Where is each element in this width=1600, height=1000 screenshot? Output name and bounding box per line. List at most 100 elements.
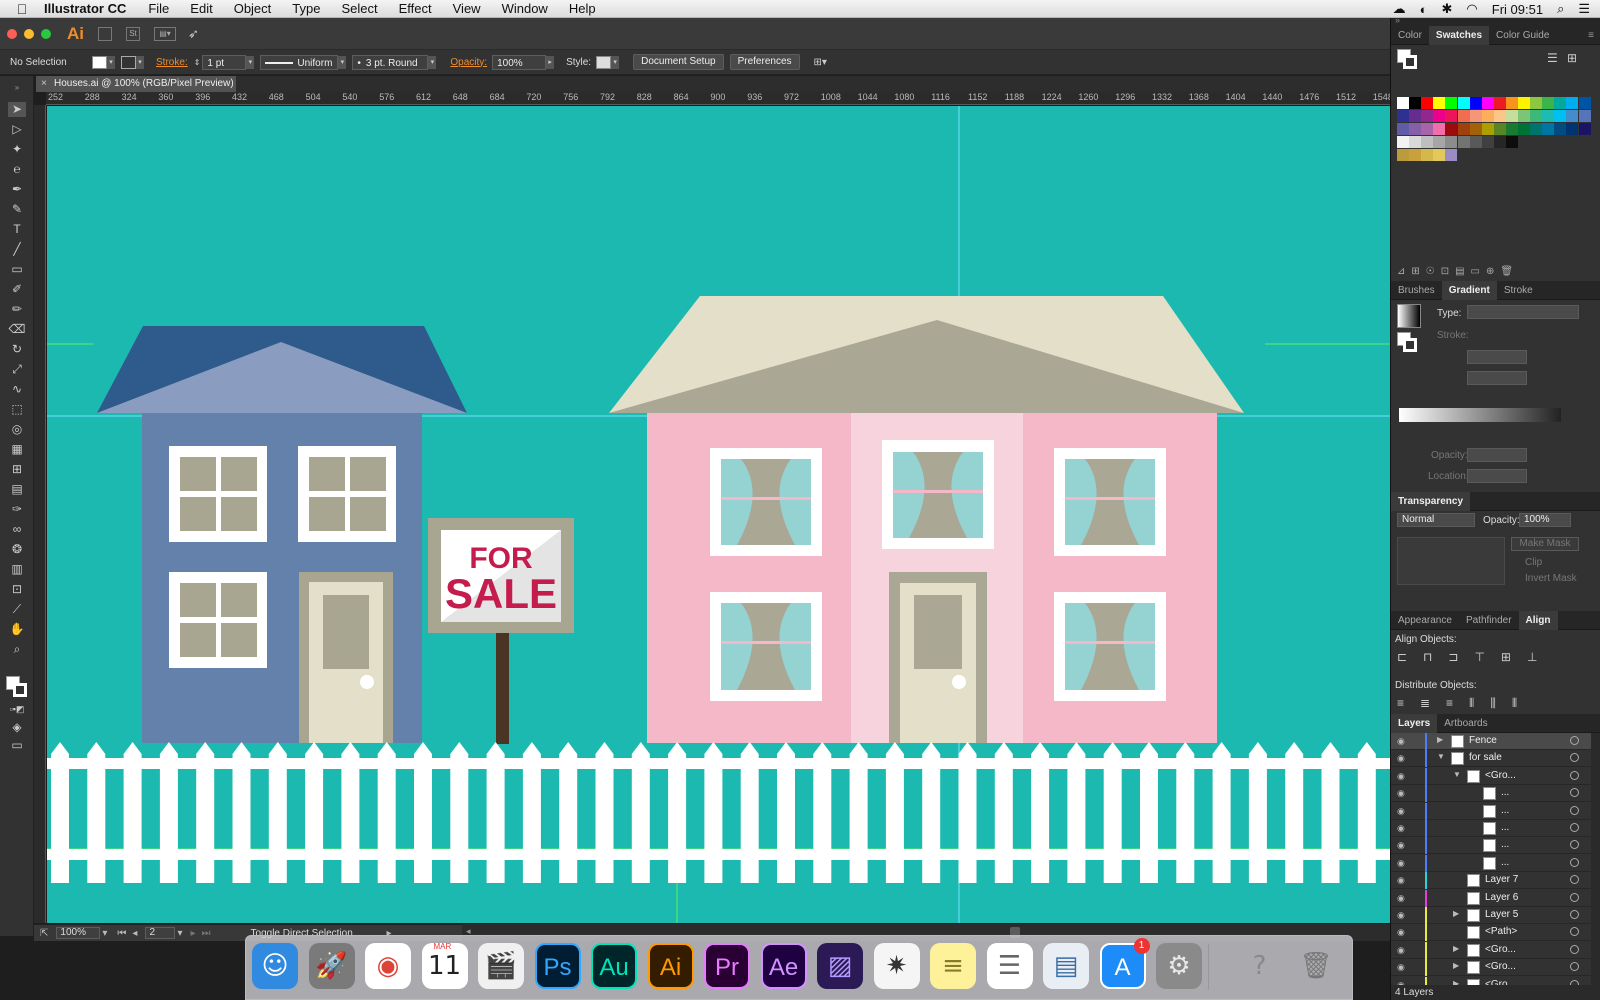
layer-target-icon[interactable] (1570, 857, 1579, 867)
visibility-eye-icon[interactable]: ◉ (1397, 771, 1407, 781)
color-swatch[interactable] (1397, 149, 1409, 161)
fill-dropdown[interactable]: ▾ (107, 55, 115, 69)
zoom-dropdown-icon[interactable]: ▾ (102, 928, 107, 939)
visibility-eye-icon[interactable]: ◉ (1397, 875, 1407, 885)
arrange-icon[interactable]: ⊞▾ (814, 57, 827, 68)
artwork[interactable]: FOR SALE (47, 106, 1390, 923)
layer-name[interactable]: Fence (1469, 735, 1497, 746)
collapse-panels-icon[interactable]: » (1395, 15, 1400, 25)
color-swatch[interactable] (1457, 136, 1470, 148)
shaper-tool-icon[interactable]: ✏ (8, 302, 26, 317)
notification-center-icon[interactable]: ☰ (1578, 1, 1590, 17)
blend-tool-icon[interactable]: ∞ (8, 522, 26, 537)
layer-name[interactable]: <Gro... (1485, 944, 1516, 955)
color-swatch[interactable] (1530, 97, 1543, 109)
stroke-weight-field[interactable]: 1 pt (202, 54, 247, 70)
layer-row[interactable]: ◉ ▶ Layer 5 (1391, 907, 1591, 924)
layer-name[interactable]: ... (1501, 787, 1509, 798)
minimize-window-button[interactable] (24, 28, 34, 39)
final-cut-icon[interactable]: ✷ (873, 943, 920, 989)
stroke-weight-dropdown[interactable]: ▾ (246, 55, 255, 69)
color-swatch[interactable] (1457, 110, 1470, 122)
fence-picket[interactable] (1357, 742, 1376, 883)
color-swatch[interactable] (1481, 123, 1494, 135)
brush-dropdown[interactable]: ▾ (428, 55, 437, 69)
color-swatch[interactable] (1542, 123, 1555, 135)
color-swatch[interactable] (1433, 123, 1446, 135)
color-swatch[interactable] (1518, 110, 1530, 122)
visibility-eye-icon[interactable]: ◉ (1397, 945, 1407, 955)
pink-window-4[interactable] (710, 592, 822, 701)
trash-icon[interactable]: 🗑 (1293, 943, 1339, 989)
grid-view-icon[interactable]: ⊞ (1567, 51, 1577, 65)
menu-help[interactable]: Help (569, 1, 596, 16)
horizontal-ruler[interactable]: 252 288 324 360 396 432 468 504 540 576 612 648 684 7… (46, 92, 1390, 105)
color-swatch[interactable] (1566, 123, 1579, 135)
stroke-color-swatch[interactable] (13, 683, 27, 697)
color-swatch[interactable] (1518, 123, 1530, 135)
color-swatch[interactable] (1397, 110, 1409, 122)
menu-edit[interactable]: Edit (190, 1, 212, 16)
help-icon[interactable]: ? (1237, 943, 1283, 989)
fence-picket[interactable] (559, 742, 578, 883)
pink-window-3[interactable] (1054, 448, 1166, 556)
layer-target-icon[interactable] (1570, 823, 1579, 832)
opacity-label[interactable]: Opacity: (450, 57, 487, 68)
color-swatch[interactable] (1409, 110, 1422, 122)
gpu-rocket-icon[interactable]: ➶ (188, 26, 199, 42)
premiere-icon[interactable]: Pr (704, 943, 750, 989)
free-transform-tool-icon[interactable]: ⬚ (8, 402, 26, 417)
artboard-canvas[interactable]: FOR SALE (47, 106, 1390, 923)
style-swatch[interactable] (596, 55, 612, 69)
color-swatch[interactable] (1554, 110, 1567, 122)
pink-house-door[interactable] (889, 572, 987, 743)
layer-target-icon[interactable] (1570, 875, 1579, 885)
color-swatch[interactable] (1445, 97, 1458, 109)
layer-target-icon[interactable] (1570, 736, 1579, 745)
color-swatch[interactable] (1409, 136, 1422, 148)
document-tab[interactable]: × Houses.ai @ 100% (RGB/Pixel Preview) (36, 76, 236, 92)
fence-picket[interactable] (377, 742, 396, 883)
layer-target-icon[interactable] (1570, 944, 1579, 954)
color-swatch[interactable] (1445, 149, 1458, 161)
pen-tool-icon[interactable]: ✒ (8, 182, 26, 197)
layer-target-icon[interactable] (1570, 840, 1579, 850)
tab-brushes[interactable]: Brushes (1391, 281, 1442, 300)
layer-target-icon[interactable] (1570, 892, 1579, 902)
color-swatch[interactable] (1469, 97, 1482, 109)
magic-wand-tool-icon[interactable]: ✦ (8, 142, 26, 157)
fence-picket[interactable] (1140, 742, 1158, 883)
visibility-eye-icon[interactable]: ◉ (1397, 927, 1407, 937)
color-swatch[interactable] (1578, 97, 1591, 109)
curvature-tool-icon[interactable]: ✎ (8, 202, 26, 217)
clip-checkbox-label[interactable]: Clip (1525, 557, 1542, 568)
fill-swatch[interactable] (92, 55, 107, 69)
layer-name[interactable]: for sale (1469, 752, 1502, 763)
layer-row[interactable]: ◉... (1391, 820, 1591, 837)
fence-picket[interactable] (268, 742, 287, 883)
variable-width-profile[interactable]: Uniform (260, 54, 339, 70)
pink-house[interactable] (609, 296, 1244, 743)
color-mode-icons[interactable]: ▫▪◩ (8, 702, 26, 717)
visibility-eye-icon[interactable]: ◉ (1397, 806, 1407, 816)
blend-mode-select[interactable]: Normal (1397, 513, 1475, 527)
fence-picket[interactable] (885, 742, 904, 883)
fence-picket[interactable] (740, 742, 759, 883)
wifi-icon[interactable]: ◠ (1466, 1, 1477, 17)
color-swatch[interactable] (1481, 136, 1494, 148)
color-swatch[interactable] (1445, 110, 1458, 122)
fence-picket[interactable] (631, 742, 650, 883)
color-swatch[interactable] (1554, 123, 1567, 135)
menu-effect[interactable]: Effect (399, 1, 432, 16)
visibility-eye-icon[interactable]: ◉ (1397, 788, 1407, 798)
tab-stroke[interactable]: Stroke (1497, 281, 1540, 300)
visibility-eye-icon[interactable]: ◉ (1397, 840, 1407, 850)
pink-window-1[interactable] (710, 448, 822, 556)
color-swatch[interactable] (1493, 123, 1506, 135)
layer-row[interactable]: ◉ ▶ <Gro... (1391, 941, 1591, 959)
gradient-tool-icon[interactable]: ▤ (8, 482, 26, 497)
zoom-field[interactable]: 100% (56, 927, 101, 939)
opacity-field[interactable]: 100% (492, 54, 547, 70)
bluetooth-icon[interactable]: ✱ (1442, 1, 1453, 17)
fence-picket[interactable] (1285, 742, 1304, 883)
